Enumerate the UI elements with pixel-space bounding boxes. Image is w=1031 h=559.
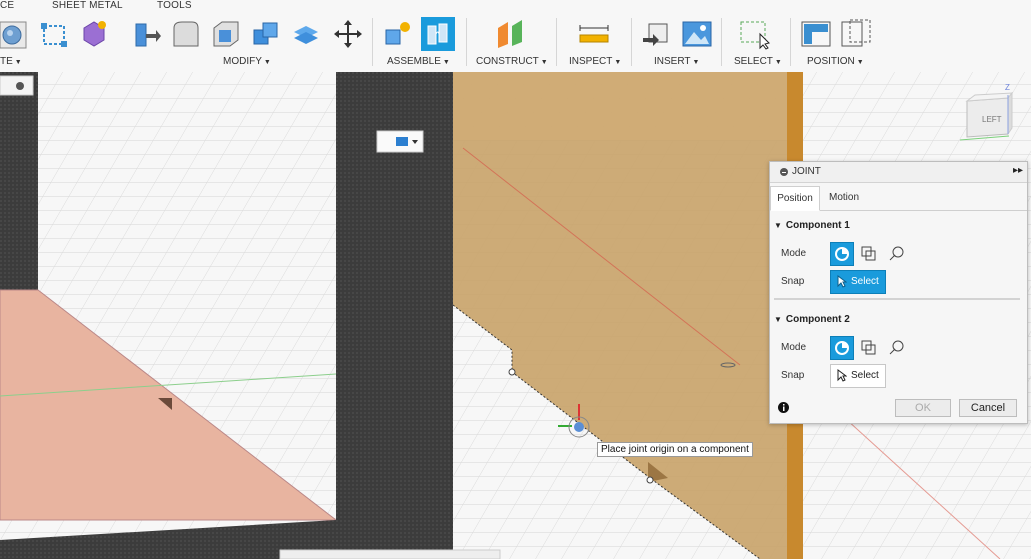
- separator: [721, 18, 722, 66]
- toolbar: CE SHEET METAL TOOLS TE ▼ MODIFY ▼ ASSEM…: [0, 0, 1031, 73]
- component1-header[interactable]: ▼ Component 1: [774, 220, 850, 231]
- fillet-icon[interactable]: [170, 18, 202, 50]
- mode-label: Mode: [781, 342, 807, 353]
- replace-face-icon[interactable]: [290, 18, 322, 50]
- insert-image-icon[interactable]: [681, 18, 713, 50]
- capture-position-icon[interactable]: [800, 18, 832, 50]
- form-icon[interactable]: [78, 18, 110, 50]
- joint-dialog-header[interactable]: JOINT ▸▸: [770, 162, 1027, 183]
- separator: [556, 18, 557, 66]
- between-faces-icon: [861, 340, 876, 355]
- component2-header[interactable]: ▼ Component 2: [774, 314, 850, 325]
- joint-dialog: JOINT ▸▸ Position Motion ▼ Component 1 Mo…: [769, 161, 1028, 424]
- component1-select-button[interactable]: Select: [830, 270, 886, 294]
- joint-icon: [427, 23, 448, 45]
- collapse-icon[interactable]: [780, 168, 788, 176]
- cursor-icon: [837, 369, 847, 382]
- select-menu[interactable]: SELECT ▼: [734, 56, 782, 67]
- info-icon[interactable]: [778, 402, 789, 413]
- press-pull-icon[interactable]: [130, 18, 162, 50]
- two-edge-icon: [889, 246, 904, 261]
- inspect-menu[interactable]: INSPECT ▼: [569, 56, 621, 67]
- snap-circle-icon: [835, 247, 849, 261]
- circle-minus-icon: [16, 82, 24, 90]
- viewcube-axis-label: Z: [1005, 83, 1010, 92]
- insert-menu[interactable]: INSERT ▼: [654, 56, 699, 67]
- tab-motion[interactable]: Motion: [822, 186, 866, 209]
- mode-label: Mode: [781, 248, 807, 259]
- joint-button[interactable]: [421, 17, 455, 51]
- mode-two-edge-button[interactable]: [886, 336, 908, 358]
- revert-position-icon[interactable]: [840, 18, 872, 50]
- offset-plane-icon[interactable]: [494, 18, 526, 50]
- combine-icon[interactable]: [250, 18, 282, 50]
- tab-position[interactable]: Position: [770, 186, 820, 211]
- nav-bar[interactable]: [279, 549, 501, 559]
- construct-menu[interactable]: CONSTRUCT ▼: [476, 56, 548, 67]
- tab-sheet-metal[interactable]: SHEET METAL: [52, 0, 123, 11]
- snap-circle-icon: [835, 341, 849, 355]
- mode-simple-button[interactable]: [830, 336, 854, 360]
- position-menu[interactable]: POSITION ▼: [807, 56, 864, 67]
- mode-between-button[interactable]: [858, 242, 880, 264]
- separator: [466, 18, 467, 66]
- mode-two-edge-button[interactable]: [886, 242, 908, 264]
- measure-icon[interactable]: [578, 18, 610, 50]
- ok-button[interactable]: OK: [895, 399, 951, 417]
- section-divider: [774, 298, 1020, 300]
- insert-derive-icon[interactable]: [641, 18, 673, 50]
- display-icon: [396, 137, 408, 146]
- snap-label: Snap: [781, 276, 805, 287]
- move-icon[interactable]: [332, 18, 364, 50]
- select-window-icon[interactable]: [738, 18, 770, 50]
- separator: [631, 18, 632, 66]
- joint-tabs: Position Motion: [770, 186, 1027, 211]
- joint-origin-tooltip: Place joint origin on a component: [597, 442, 753, 457]
- left-wall: [0, 72, 38, 292]
- assemble-menu[interactable]: ASSEMBLE ▼: [387, 56, 450, 67]
- mode-between-button[interactable]: [858, 336, 880, 358]
- tab-partial[interactable]: CE: [0, 0, 14, 11]
- cancel-button[interactable]: Cancel: [959, 399, 1017, 417]
- snap-label: Snap: [781, 370, 805, 381]
- viewcube-face-label[interactable]: LEFT: [982, 115, 1002, 124]
- new-component-icon[interactable]: [382, 18, 414, 50]
- separator: [372, 18, 373, 66]
- two-edge-icon: [889, 340, 904, 355]
- tab-tools[interactable]: TOOLS: [157, 0, 192, 11]
- separator: [790, 18, 791, 66]
- sketch-rectangle-icon[interactable]: [38, 18, 70, 50]
- expand-icon[interactable]: ▸▸: [1013, 165, 1023, 176]
- cursor-icon: [837, 275, 847, 288]
- modify-menu[interactable]: MODIFY ▼: [223, 56, 271, 67]
- between-faces-icon: [861, 246, 876, 261]
- create-menu[interactable]: TE ▼: [0, 56, 22, 67]
- joint-dialog-title: JOINT: [792, 166, 821, 177]
- shell-icon[interactable]: [210, 18, 242, 50]
- component2-select-button[interactable]: Select: [830, 364, 886, 388]
- sphere-icon[interactable]: [0, 18, 30, 50]
- mode-simple-button[interactable]: [830, 242, 854, 266]
